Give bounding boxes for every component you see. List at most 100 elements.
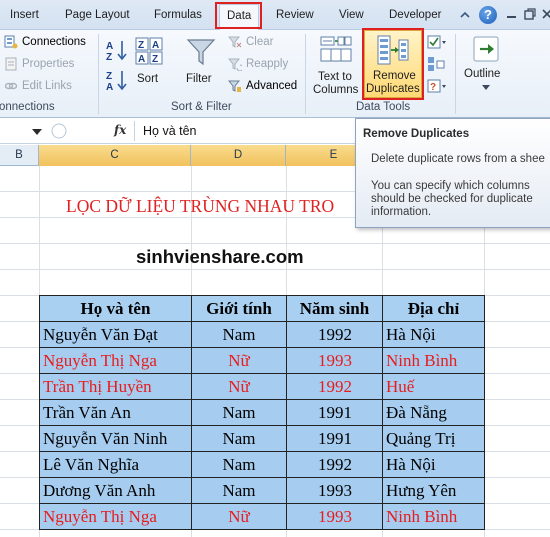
sort-filter-group-label: Sort & Filter [171,101,232,113]
filter-button[interactable]: Filter [183,35,219,95]
table-row: Trần Văn An Nam 1991 Đà Nẵng [39,399,485,426]
table-row: Trần Thị Huyền Nữ 1992 Huế [39,373,485,400]
help-icon[interactable]: ? [479,6,497,24]
cell-gender[interactable]: Nữ [191,347,287,374]
cell-gender[interactable]: Nam [191,477,287,504]
group-separator [455,34,456,114]
text-to-columns-button[interactable]: Text to Columns [311,33,361,97]
cell-gender[interactable]: Nữ [191,373,287,400]
cell-name[interactable]: Nguyễn Văn Đạt [39,321,192,348]
connections-icon [4,35,18,49]
header-name[interactable]: Họ và tên [39,295,192,322]
column-header-c[interactable]: C [39,145,191,166]
svg-text:A: A [138,54,145,65]
column-header-d[interactable]: D [191,145,286,166]
cell-gender[interactable]: Nam [191,321,287,348]
cell-birth-year[interactable]: 1993 [286,347,383,374]
cell-name[interactable]: Trần Thị Huyền [39,373,192,400]
what-if-analysis-icon: ? [427,79,446,93]
outline-label: Outline [464,68,501,80]
cell-address[interactable]: Ninh Bình [382,503,485,530]
ribbon: Connections Properties Edit Links onnect… [0,30,550,118]
name-box[interactable] [0,121,46,141]
cell-birth-year[interactable]: 1991 [286,399,383,426]
svg-text:Z: Z [106,71,112,82]
sort-z-to-a-button[interactable]: Z A [105,68,129,93]
consolidate-button[interactable] [427,56,447,74]
cell-birth-year[interactable]: 1992 [286,373,383,400]
cell-birth-year[interactable]: 1993 [286,477,383,504]
cell-name[interactable]: Nguyễn Thị Nga [39,503,192,530]
cell-gender[interactable]: Nam [191,425,287,452]
cell-name[interactable]: Nguyễn Thị Nga [39,347,192,374]
name-box-dropdown-icon[interactable] [32,129,42,135]
properties-button[interactable]: Properties [4,57,74,71]
clear-filter-button[interactable]: Clear [228,35,273,49]
cell-address[interactable]: Ninh Bình [382,347,485,374]
cell-address[interactable]: Quảng Trị [382,425,485,452]
tab-review[interactable]: Review [276,9,314,21]
table-row: Dương Văn Anh Nam 1993 Hưng Yên [39,477,485,504]
advanced-label: Advanced [246,80,298,92]
sort-button[interactable]: Z A A Z Sort [133,35,167,95]
cell-address[interactable]: Hà Nội [382,321,485,348]
cell-gender[interactable]: Nam [191,399,287,426]
cell-birth-year[interactable]: 1992 [286,451,383,478]
table-row: Nguyễn Thị Nga Nữ 1993 Ninh Bình [39,503,485,530]
cell-gender[interactable]: Nữ [191,503,287,530]
sort-a-to-z-button[interactable]: A Z [105,38,129,63]
clear-filter-icon [228,36,242,48]
remove-duplicates-icon [377,35,409,65]
svg-text:Z: Z [106,52,112,62]
header-address[interactable]: Địa chỉ [382,295,485,322]
tab-developer[interactable]: Developer [389,9,441,21]
group-separator [305,34,306,114]
insert-function-icon[interactable]: fx [114,123,126,137]
svg-text:A: A [152,40,159,51]
formula-bar-resize-handle[interactable] [50,122,68,140]
cell-address[interactable]: Hà Nội [382,451,485,478]
tab-page-layout[interactable]: Page Layout [65,9,130,21]
window-minimize-icon[interactable] [505,7,519,21]
cell-name[interactable]: Lê Văn Nghĩa [39,451,192,478]
cell-gender[interactable]: Nam [191,451,287,478]
clear-label: Clear [246,36,274,48]
tab-data[interactable]: Data [219,4,260,30]
properties-icon [5,57,17,71]
svg-text:A: A [106,41,113,52]
cell-name[interactable]: Dương Văn Anh [39,477,192,504]
reapply-icon [228,58,242,71]
edit-links-icon [4,82,18,90]
sort-label: Sort [137,73,159,85]
cell-address[interactable]: Đà Nẵng [382,399,485,426]
consolidate-icon [428,57,445,71]
remove-duplicates-button[interactable]: Remove Duplicates [364,30,422,98]
tab-insert[interactable]: Insert [10,9,39,21]
data-validation-icon [427,35,446,49]
header-gender[interactable]: Giới tính [191,295,287,322]
remove-duplicates-line2: Duplicates [366,83,420,95]
tab-view[interactable]: View [339,9,364,21]
tab-formulas[interactable]: Formulas [154,9,202,21]
cell-address[interactable]: Huế [382,373,485,400]
data-validation-button[interactable] [427,34,447,52]
minimize-ribbon-icon[interactable] [459,9,471,21]
window-restore-icon[interactable] [523,7,537,21]
sort-ascending-icon: A Z [106,41,127,63]
cell-birth-year[interactable]: 1992 [286,321,383,348]
header-birth-year[interactable]: Năm sinh [286,295,383,322]
outline-button[interactable]: Outline [462,34,510,96]
cell-birth-year[interactable]: 1993 [286,503,383,530]
cell-name[interactable]: Trần Văn An [39,399,192,426]
connections-button[interactable]: Connections [4,35,86,49]
cell-address[interactable]: Hưng Yên [382,477,485,504]
what-if-analysis-button[interactable]: ? [427,78,447,96]
edit-links-button[interactable]: Edit Links [4,79,72,93]
column-header-b[interactable]: B [0,145,39,166]
outline-icon [473,36,499,62]
cell-name[interactable]: Nguyễn Văn Ninh [39,425,192,452]
window-close-icon[interactable] [540,7,550,21]
cell-birth-year[interactable]: 1991 [286,425,383,452]
advanced-filter-button[interactable]: Advanced [228,79,297,93]
reapply-button[interactable]: Reapply [228,57,288,71]
